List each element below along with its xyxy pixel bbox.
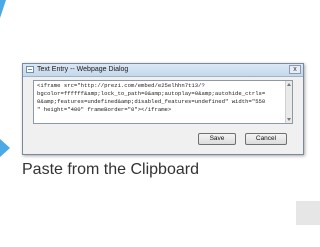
slide: Text Entry -- Webpage Dialog x <iframe s… bbox=[0, 0, 320, 247]
dialog-close-button[interactable]: x bbox=[289, 65, 301, 74]
cancel-button[interactable]: Cancel bbox=[245, 133, 287, 145]
code-line: <iframe src="http://prezi.com/embed/e25e… bbox=[37, 82, 205, 89]
slide-caption: Paste from the Clipboard bbox=[22, 161, 199, 178]
embed-code-textarea[interactable]: <iframe src="http://prezi.com/embed/e25e… bbox=[33, 80, 293, 124]
scroll-down-arrow-icon[interactable] bbox=[287, 118, 291, 121]
embed-code-text: <iframe src="http://prezi.com/embed/e25e… bbox=[37, 82, 283, 114]
dialog-window-icon bbox=[26, 66, 34, 73]
corner-accent-shape bbox=[0, 0, 6, 18]
textarea-scrollbar[interactable] bbox=[285, 81, 292, 123]
arrow-marker-icon bbox=[0, 139, 10, 157]
code-line: bgcolor=ffffff&amp;lock_to_path=0&amp;au… bbox=[37, 90, 266, 97]
save-button[interactable]: Save bbox=[198, 133, 236, 145]
scroll-up-arrow-icon[interactable] bbox=[287, 83, 291, 86]
dialog-titlebar: Text Entry -- Webpage Dialog x bbox=[23, 64, 303, 77]
code-line: 0&amp;features=undefined&amp;disabled_fe… bbox=[37, 98, 266, 105]
text-entry-dialog: Text Entry -- Webpage Dialog x <iframe s… bbox=[22, 63, 304, 155]
code-line: " height="400" frameBorder="0"></iframe> bbox=[37, 106, 172, 113]
dialog-title: Text Entry -- Webpage Dialog bbox=[37, 66, 129, 73]
decorative-square bbox=[296, 201, 320, 225]
